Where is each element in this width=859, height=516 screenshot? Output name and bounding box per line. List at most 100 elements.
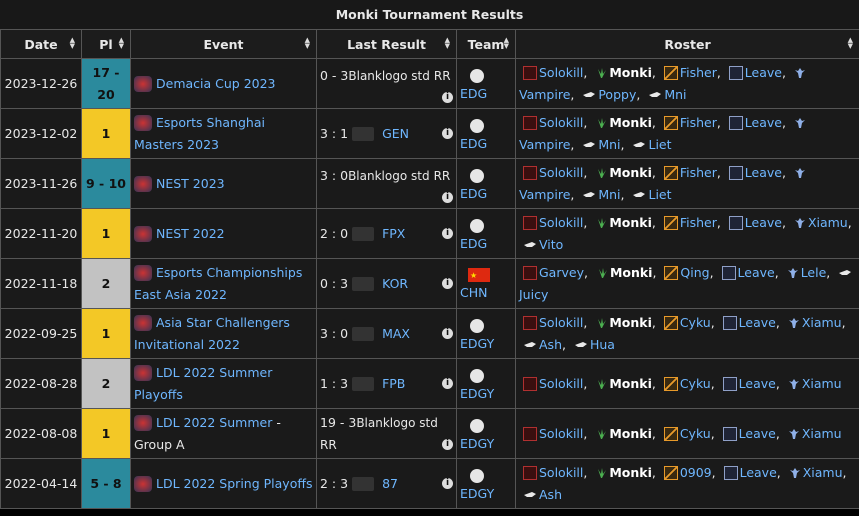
col-team[interactable]: Team ▲ ▼ bbox=[456, 29, 516, 59]
event-link[interactable]: Esports Shanghai Masters 2023 bbox=[134, 115, 265, 152]
player-name[interactable]: Ash bbox=[539, 487, 562, 502]
player-name[interactable]: Leave bbox=[745, 65, 782, 80]
info-icon[interactable]: i bbox=[442, 227, 453, 239]
team-link[interactable]: EDG bbox=[460, 186, 487, 201]
player-name[interactable]: Fisher bbox=[680, 65, 717, 80]
player-name[interactable]: Poppy bbox=[598, 87, 636, 102]
sort-icon[interactable]: ▲ ▼ bbox=[445, 37, 450, 50]
player-name[interactable]: Solokill bbox=[539, 165, 583, 180]
player-name[interactable]: Solokill bbox=[539, 465, 583, 480]
info-icon[interactable]: i bbox=[442, 127, 453, 139]
info-icon[interactable]: i bbox=[442, 477, 453, 489]
player-name[interactable]: Solokill bbox=[539, 426, 583, 441]
player-name[interactable]: Leave bbox=[739, 376, 776, 391]
player-name[interactable]: Leave bbox=[739, 426, 776, 441]
team-link[interactable]: EDGY bbox=[460, 486, 494, 501]
player-name[interactable]: Cyku bbox=[680, 426, 711, 441]
player-name[interactable]: Qing bbox=[680, 265, 709, 280]
opponent-link[interactable]: GEN bbox=[382, 126, 409, 141]
player-name[interactable]: Fisher bbox=[680, 215, 717, 230]
opponent-link[interactable]: FPB bbox=[382, 376, 405, 391]
opponent-link[interactable]: KOR bbox=[382, 276, 408, 291]
player-name[interactable]: Xiamu bbox=[808, 215, 848, 230]
player-name[interactable]: Vito bbox=[539, 237, 563, 252]
player-name[interactable]: Juicy bbox=[519, 287, 548, 302]
team-link[interactable]: EDG bbox=[460, 236, 487, 251]
player-name[interactable]: Vampire bbox=[519, 187, 570, 202]
team-link[interactable]: EDG bbox=[460, 136, 487, 151]
player-name[interactable]: Xiamu bbox=[802, 426, 842, 441]
event-link[interactable]: NEST 2022 bbox=[156, 226, 225, 241]
player-name[interactable]: Solokill bbox=[539, 215, 583, 230]
opponent-link[interactable]: 87 bbox=[382, 476, 398, 491]
col-roster[interactable]: Roster ▲ ▼ bbox=[515, 29, 859, 59]
team-link[interactable]: EDGY bbox=[460, 436, 494, 451]
info-icon[interactable]: i bbox=[442, 438, 453, 450]
player-name[interactable]: Liet bbox=[648, 137, 671, 152]
player-name[interactable]: Garvey bbox=[539, 265, 584, 280]
player-name[interactable]: Leave bbox=[745, 165, 782, 180]
player-name[interactable]: Leave bbox=[745, 115, 782, 130]
player-name[interactable]: Solokill bbox=[539, 115, 583, 130]
player-name[interactable]: Xiamu bbox=[802, 376, 842, 391]
event-link[interactable]: LDL 2022 Spring Playoffs bbox=[156, 476, 312, 491]
player-name[interactable]: Ash bbox=[539, 337, 562, 352]
opponent-link[interactable]: FPX bbox=[382, 226, 405, 241]
col-last-result[interactable]: Last Result ▲ ▼ bbox=[316, 29, 457, 59]
player-name[interactable]: Liet bbox=[648, 187, 671, 202]
sort-icon[interactable]: ▲ ▼ bbox=[70, 37, 75, 50]
player-name[interactable]: Mni bbox=[598, 137, 620, 152]
player-name[interactable]: Cyku bbox=[680, 315, 711, 330]
date-cell: 2023-12-02 bbox=[0, 108, 82, 159]
event-link[interactable]: Demacia Cup 2023 bbox=[156, 76, 276, 91]
player-name[interactable]: Mni bbox=[598, 187, 620, 202]
team-link[interactable]: EDGY bbox=[460, 336, 494, 351]
player-name[interactable]: Vampire bbox=[519, 137, 570, 152]
sort-icon[interactable]: ▲ ▼ bbox=[504, 37, 509, 50]
opponent-link[interactable]: MAX bbox=[382, 326, 410, 341]
player-name[interactable]: Fisher bbox=[680, 165, 717, 180]
player-name[interactable]: Mni bbox=[664, 87, 686, 102]
player-name[interactable]: Solokill bbox=[539, 376, 583, 391]
event-link[interactable]: Asia Star Challengers Invitational 2022 bbox=[134, 315, 290, 352]
event-link[interactable]: Esports Championships East Asia 2022 bbox=[134, 265, 302, 302]
info-icon[interactable]: i bbox=[442, 377, 453, 389]
player-name[interactable]: Solokill bbox=[539, 65, 583, 80]
player-name[interactable]: Cyku bbox=[680, 376, 711, 391]
sort-icon[interactable]: ▲ ▼ bbox=[305, 37, 310, 50]
info-icon[interactable]: i bbox=[442, 277, 453, 289]
player-name[interactable]: Leave bbox=[739, 315, 776, 330]
player-name[interactable]: Leave bbox=[745, 215, 782, 230]
info-icon[interactable]: i bbox=[442, 327, 453, 339]
player-name[interactable]: Lele bbox=[801, 265, 827, 280]
player-name[interactable]: Solokill bbox=[539, 315, 583, 330]
event-link[interactable]: NEST 2023 bbox=[156, 176, 225, 191]
col-date[interactable]: Date ▲ ▼ bbox=[0, 29, 82, 59]
col-event[interactable]: Event ▲ ▼ bbox=[130, 29, 317, 59]
player-name[interactable]: Hua bbox=[590, 337, 615, 352]
team-link[interactable]: EDGY bbox=[460, 386, 494, 401]
event-logo-icon bbox=[134, 476, 152, 492]
team-link[interactable]: EDG bbox=[460, 86, 487, 101]
coach-icon bbox=[578, 87, 598, 102]
player-name[interactable]: Fisher bbox=[680, 115, 717, 130]
roster-cell: Solokill, Monki, 0909, Leave, Xiamu, Ash bbox=[515, 458, 859, 509]
score: 0 : 3 bbox=[320, 275, 349, 291]
player-name[interactable]: Vampire bbox=[519, 87, 570, 102]
sort-icon[interactable]: ▲ ▼ bbox=[119, 37, 124, 50]
player-name: Monki bbox=[609, 214, 652, 230]
player-name[interactable]: 0909 bbox=[680, 465, 712, 480]
info-icon[interactable]: i bbox=[442, 91, 453, 103]
player-name[interactable]: Leave bbox=[740, 465, 777, 480]
col-pl[interactable]: Pl ▲ ▼ bbox=[81, 29, 131, 59]
sort-icon[interactable]: ▲ ▼ bbox=[848, 37, 853, 50]
team-link[interactable]: CHN bbox=[460, 285, 487, 300]
mid-icon bbox=[660, 426, 680, 441]
player-name[interactable]: Xiamu bbox=[802, 315, 842, 330]
placement-cell: 5 - 8 bbox=[81, 458, 131, 509]
event-link[interactable]: LDL 2022 Summer Playoffs bbox=[134, 365, 272, 402]
player-name[interactable]: Leave bbox=[738, 265, 775, 280]
player-name[interactable]: Xiamu bbox=[803, 465, 843, 480]
event-link[interactable]: LDL 2022 Summer bbox=[156, 415, 272, 430]
info-icon[interactable]: i bbox=[442, 191, 453, 203]
